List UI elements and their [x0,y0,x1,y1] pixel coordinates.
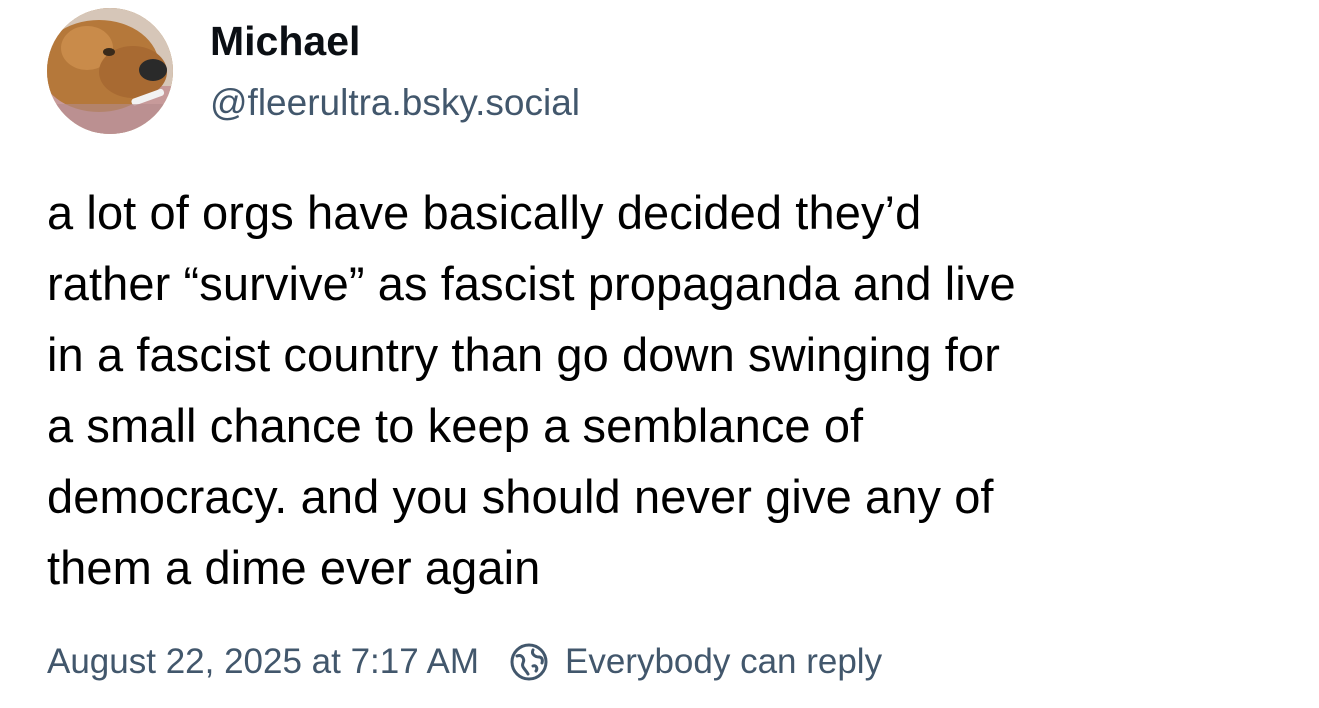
post-body-text: a lot of orgs have basically decided the… [47,186,1016,594]
avatar[interactable] [47,8,173,134]
post: Michael @fleerultra.bsky.social a lot of… [0,0,1319,708]
reply-setting-label: Everybody can reply [564,642,883,681]
avatar-dog-photo [47,8,173,134]
globe-icon [509,642,549,682]
author-display-name[interactable]: Michael [210,14,360,68]
post-timestamp[interactable]: August 22, 2025 at 7:17 AM [47,642,479,682]
reply-setting[interactable]: Everybody can reply [509,642,882,682]
author-handle[interactable]: @fleerultra.bsky.social [210,78,580,128]
post-meta: August 22, 2025 at 7:17 AM Everybody can… [47,636,882,688]
